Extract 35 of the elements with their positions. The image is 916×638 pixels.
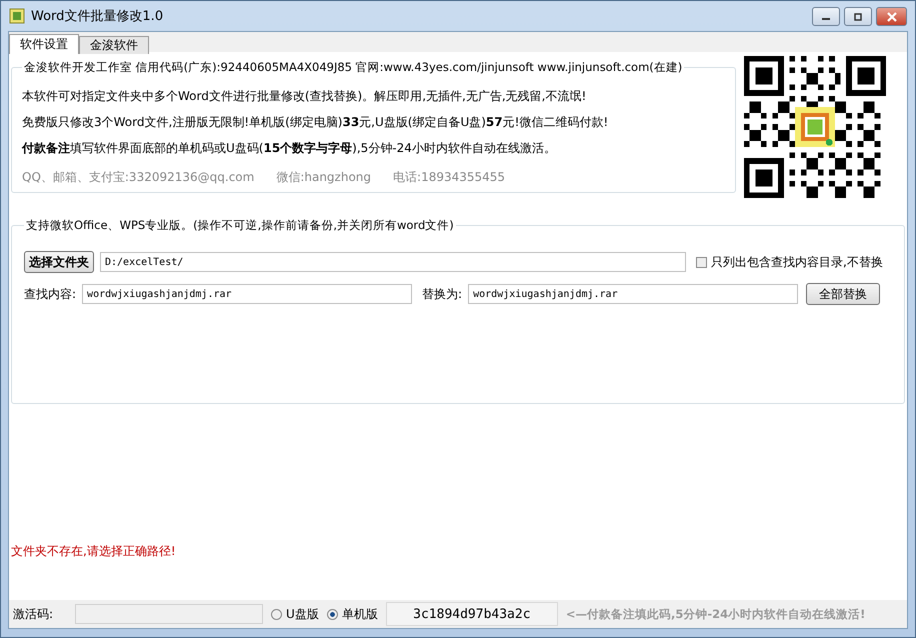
info-text: 付款备注填写软件界面底部的单机码或U盘码(15个数字与字母),5分钟-24小时内软件自动在线激活。 [22,140,557,157]
close-button[interactable] [876,7,907,26]
activation-label: 激活码: [13,606,54,622]
contact-text: 微信:hangzhong [276,169,372,186]
app-icon [9,8,25,24]
replace-field[interactable]: wordwjxiugashjanjdmj.rar [468,284,798,304]
info-text: 本软件可对指定文件夹中多个Word文件进行批量修改(查找替换)。解压即用,无插件,无广告,无残留,不流氓! [22,88,588,105]
edition-radio[interactable]: U盘版 [271,606,319,622]
machine-code-field: 3c1894d97b43a2c [386,602,558,626]
info-text: 免费版只修改3个Word文件,注册版无限制!单机版(绑定电脑)33元,U盘版(绑定自备U盘)57元!微信二维码付款! [22,114,610,131]
activation-hint: <—付款备注填此码,5分钟-24小时内软件自动在线激活! [566,606,866,622]
tab[interactable]: 软件设置 [9,34,79,54]
tab[interactable]: 金浚软件 [79,36,149,54]
edition-radio[interactable]: 单机版 [326,606,378,622]
checkbox[interactable] [696,256,707,268]
close-icon [886,12,898,22]
activation-field[interactable] [75,604,264,624]
replace-all-button[interactable]: 全部替换 [806,283,880,305]
choose-folder-button[interactable]: 选择文件夹 [24,251,94,273]
maximize-button[interactable] [844,7,872,26]
replace-label: 替换为: [422,286,462,302]
list-only-checkbox[interactable]: 只列出包含查找内容目录,不替换 [696,254,883,270]
error-message: 文件夹不存在,请选择正确路径! [11,543,177,560]
settings-legend: 支持微软Office、WPS专业版。(操作不可逆,操作前请备份,并关闭所有word文件) [24,218,456,233]
contact-text: QQ、邮箱、支付宝:332092136@qq.com [22,169,254,186]
window-title: Word文件批量修改1.0 [31,8,164,25]
minimize-button[interactable] [812,7,840,26]
radio-dot[interactable] [326,608,338,620]
find-field[interactable]: wordwjxiugashjanjdmj.rar [82,284,412,304]
find-label: 查找内容: [24,286,76,302]
radio-dot[interactable] [271,608,282,620]
folder-path-field[interactable]: D:/excelTest/ [100,252,686,272]
maximize-icon [852,12,864,20]
info-legend: 金浚软件开发工作室 信用代码(广东):92440605MA4X049J85 官网:www.43yes.com/jinjunsoft www.jinjunsoft.com(在建) [22,60,684,75]
contact-text: 电话:18934355455 [393,169,506,186]
